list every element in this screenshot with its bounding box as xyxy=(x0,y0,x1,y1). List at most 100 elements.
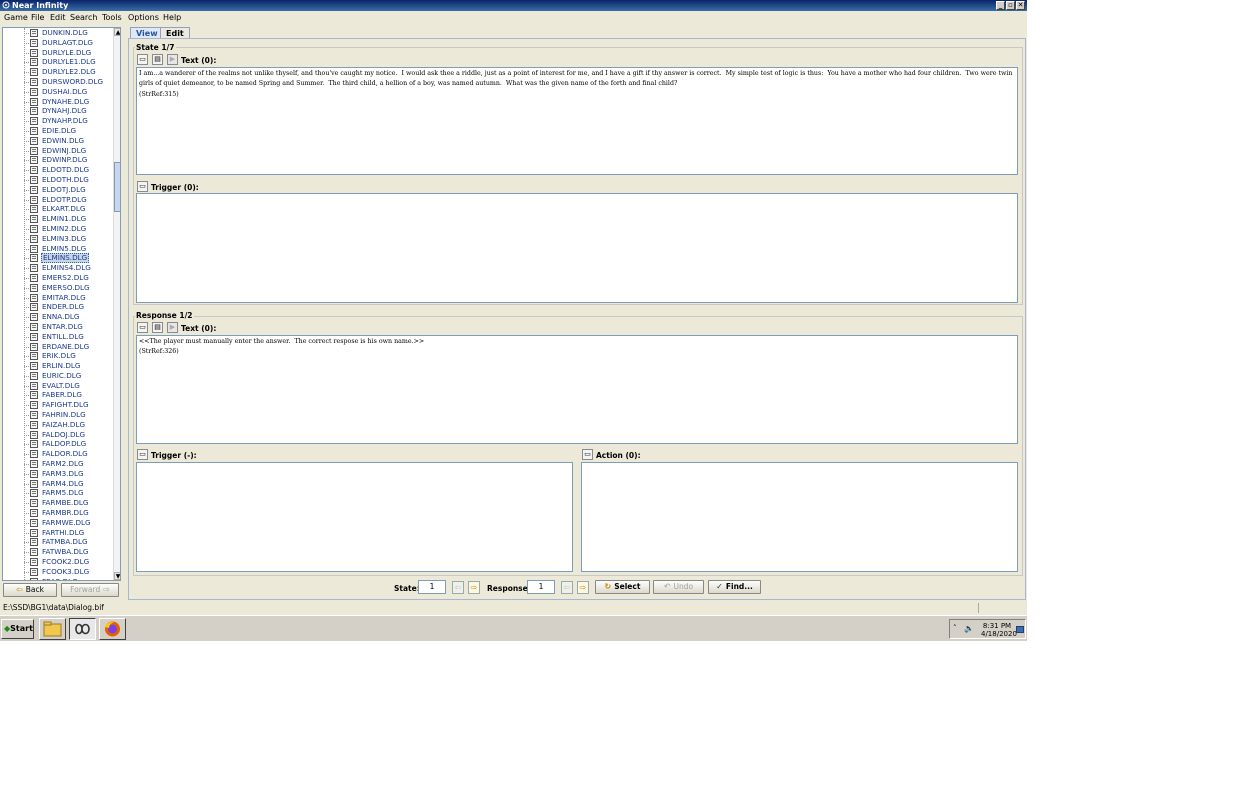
forward-button[interactable]: Forward ⇨ xyxy=(61,583,119,597)
state-trigger-icon[interactable]: ▭ xyxy=(137,181,148,192)
menu-help[interactable]: Help xyxy=(163,13,181,22)
tree-item[interactable]: ENTILL.DLG xyxy=(3,332,111,342)
tree-item[interactable]: ERIK.DLG xyxy=(3,351,111,361)
tree-item[interactable]: ELDOTH.DLG xyxy=(3,175,111,185)
taskbar-near-infinity[interactable] xyxy=(69,618,96,640)
view-string-icon[interactable]: ▭ xyxy=(137,54,148,65)
tree-item[interactable]: DYNAHP.DLG xyxy=(3,116,111,126)
restore-button[interactable]: ▫ xyxy=(1006,1,1015,10)
start-button[interactable]: ◆Start xyxy=(1,619,34,639)
menu-file[interactable]: File xyxy=(31,13,44,22)
response-play-sound-icon[interactable]: ▶ xyxy=(167,322,178,333)
tree-item[interactable]: FARM4.DLG xyxy=(3,479,111,489)
tray-expand-icon[interactable]: ˄ xyxy=(953,624,957,632)
tree-item[interactable]: FARMWE.DLG xyxy=(3,518,111,528)
find-button[interactable]: ✓ Find... xyxy=(708,580,761,594)
undo-button[interactable]: ↶ Undo xyxy=(653,580,704,594)
response-view-string-icon[interactable]: ▭ xyxy=(137,322,148,333)
tree-item[interactable]: ELKART.DLG xyxy=(3,204,111,214)
tree-item[interactable]: ERDANE.DLG xyxy=(3,342,111,352)
tree-item[interactable]: FCOOK3.DLG xyxy=(3,567,111,577)
tree-item[interactable]: FABER.DLG xyxy=(3,390,111,400)
tree-item[interactable]: FAHRIN.DLG xyxy=(3,410,111,420)
tree-item[interactable]: DURLAGT.DLG xyxy=(3,38,111,48)
tree-item[interactable]: DURSWORD.DLG xyxy=(3,77,111,87)
volume-icon[interactable]: 🔈 xyxy=(964,624,974,633)
tree-item[interactable]: ELMIN1.DLG xyxy=(3,214,111,224)
tree-item[interactable]: FAIZAH.DLG xyxy=(3,420,111,430)
tree-item[interactable]: EMERS2.DLG xyxy=(3,273,111,283)
tree-item[interactable]: FAFIGHT.DLG xyxy=(3,400,111,410)
tree-item[interactable]: ENDER.DLG xyxy=(3,302,111,312)
response-action-area[interactable] xyxy=(581,462,1018,572)
menu-game[interactable]: Game xyxy=(4,13,28,22)
tree-item[interactable]: DYNAHJ.DLG xyxy=(3,106,111,116)
response-action-icon[interactable]: ▭ xyxy=(582,449,593,460)
tree-scrollbar[interactable]: ▲ ▼ xyxy=(113,28,120,580)
menu-options[interactable]: Options xyxy=(128,13,159,22)
next-response-arrow-icon[interactable]: ⇨ xyxy=(577,581,589,594)
tree-item[interactable]: DURLYLE2.DLG xyxy=(3,67,111,77)
tree-item[interactable]: ELMINS4.DLG xyxy=(3,263,111,273)
tree-item[interactable]: EDWINP.DLG xyxy=(3,155,111,165)
state-text-area[interactable]: I am...a wanderer of the realms not unli… xyxy=(136,67,1018,175)
edit-string-icon[interactable]: ▤ xyxy=(152,54,163,65)
tree-item[interactable]: ENNA.DLG xyxy=(3,312,111,322)
tree-item[interactable]: ERLIN.DLG xyxy=(3,361,111,371)
next-state-arrow-icon[interactable]: ⇨ xyxy=(468,581,480,594)
tree-item[interactable]: DYNAHE.DLG xyxy=(3,97,111,107)
tree-item[interactable]: ELDOTD.DLG xyxy=(3,165,111,175)
menu-tools[interactable]: Tools xyxy=(102,13,122,22)
scroll-up-arrow-icon[interactable]: ▲ xyxy=(114,28,120,36)
tree-item[interactable]: ELMIN2.DLG xyxy=(3,224,111,234)
menu-search[interactable]: Search xyxy=(70,13,97,22)
state-trigger-area[interactable] xyxy=(136,193,1018,303)
tree-item[interactable]: FEAR.DLG xyxy=(3,577,111,580)
show-desktop-icon[interactable] xyxy=(1016,626,1024,633)
tree-item[interactable]: FALDOJ.DLG xyxy=(3,430,111,440)
tree-item[interactable]: FARM3.DLG xyxy=(3,469,111,479)
play-sound-icon[interactable]: ▶ xyxy=(167,54,178,65)
scroll-thumb[interactable] xyxy=(114,162,120,212)
tree-item[interactable]: ENTAR.DLG xyxy=(3,322,111,332)
prev-state-arrow-icon[interactable]: ⇦ xyxy=(452,581,464,594)
response-number-input[interactable]: 1 xyxy=(527,580,555,594)
prev-response-arrow-icon[interactable]: ⇦ xyxy=(561,581,573,594)
tree-item[interactable]: EMITAR.DLG xyxy=(3,293,111,303)
response-trigger-icon[interactable]: ▭ xyxy=(137,449,148,460)
tree-item[interactable]: DURLYLE1.DLG xyxy=(3,57,111,67)
select-button[interactable]: ↻ Select xyxy=(595,580,650,594)
tree-item[interactable]: FCOOK2.DLG xyxy=(3,557,111,567)
tree-item[interactable]: FARTHI.DLG xyxy=(3,528,111,538)
tree-item[interactable]: EDIE.DLG xyxy=(3,126,111,136)
tree-item[interactable]: ELMIN5.DLG xyxy=(3,244,111,254)
response-trigger-area[interactable] xyxy=(136,462,573,572)
tree-item[interactable]: FATWBA.DLG xyxy=(3,547,111,557)
tree-item[interactable]: EDWINJ.DLG xyxy=(3,146,111,156)
close-button[interactable]: ✕ xyxy=(1016,1,1025,10)
resource-tree[interactable]: DUNKIN.DLG DURLAGT.DLG DURLYLE.DLG DURLYLE1… xyxy=(2,27,121,581)
tree-item[interactable]: DURLYLE.DLG xyxy=(3,48,111,58)
menu-edit[interactable]: Edit xyxy=(50,13,66,22)
tree-item[interactable]: EVALT.DLG xyxy=(3,381,111,391)
tree-item[interactable]: ELDOTJ.DLG xyxy=(3,185,111,195)
tree-item[interactable]: EMERSO.DLG xyxy=(3,283,111,293)
taskbar-firefox[interactable] xyxy=(99,618,126,640)
tree-item[interactable]: FALDOP.DLG xyxy=(3,439,111,449)
tree-item[interactable]: EURIC.DLG xyxy=(3,371,111,381)
tree-item[interactable]: ELMINS.DLG xyxy=(3,253,111,264)
back-button[interactable]: ⇦ Back xyxy=(3,583,57,597)
scroll-down-arrow-icon[interactable]: ▼ xyxy=(114,572,120,580)
tree-item[interactable]: FARM5.DLG xyxy=(3,488,111,498)
taskbar-explorer[interactable] xyxy=(39,618,66,640)
tree-item[interactable]: DUSHAI.DLG xyxy=(3,87,111,97)
tree-item[interactable]: DUNKIN.DLG xyxy=(3,28,111,38)
tree-item[interactable]: EDWIN.DLG xyxy=(3,136,111,146)
response-edit-string-icon[interactable]: ▤ xyxy=(152,322,163,333)
state-number-input[interactable]: 1 xyxy=(418,580,446,594)
response-text-area[interactable]: <<The player must manually enter the ans… xyxy=(136,335,1018,444)
tree-item[interactable]: FARM2.DLG xyxy=(3,459,111,469)
tree-item[interactable]: ELDOTP.DLG xyxy=(3,195,111,205)
clock[interactable]: 8:31 PM 4/18/2020 xyxy=(981,622,1017,638)
tree-item[interactable]: FARMBR.DLG xyxy=(3,508,111,518)
